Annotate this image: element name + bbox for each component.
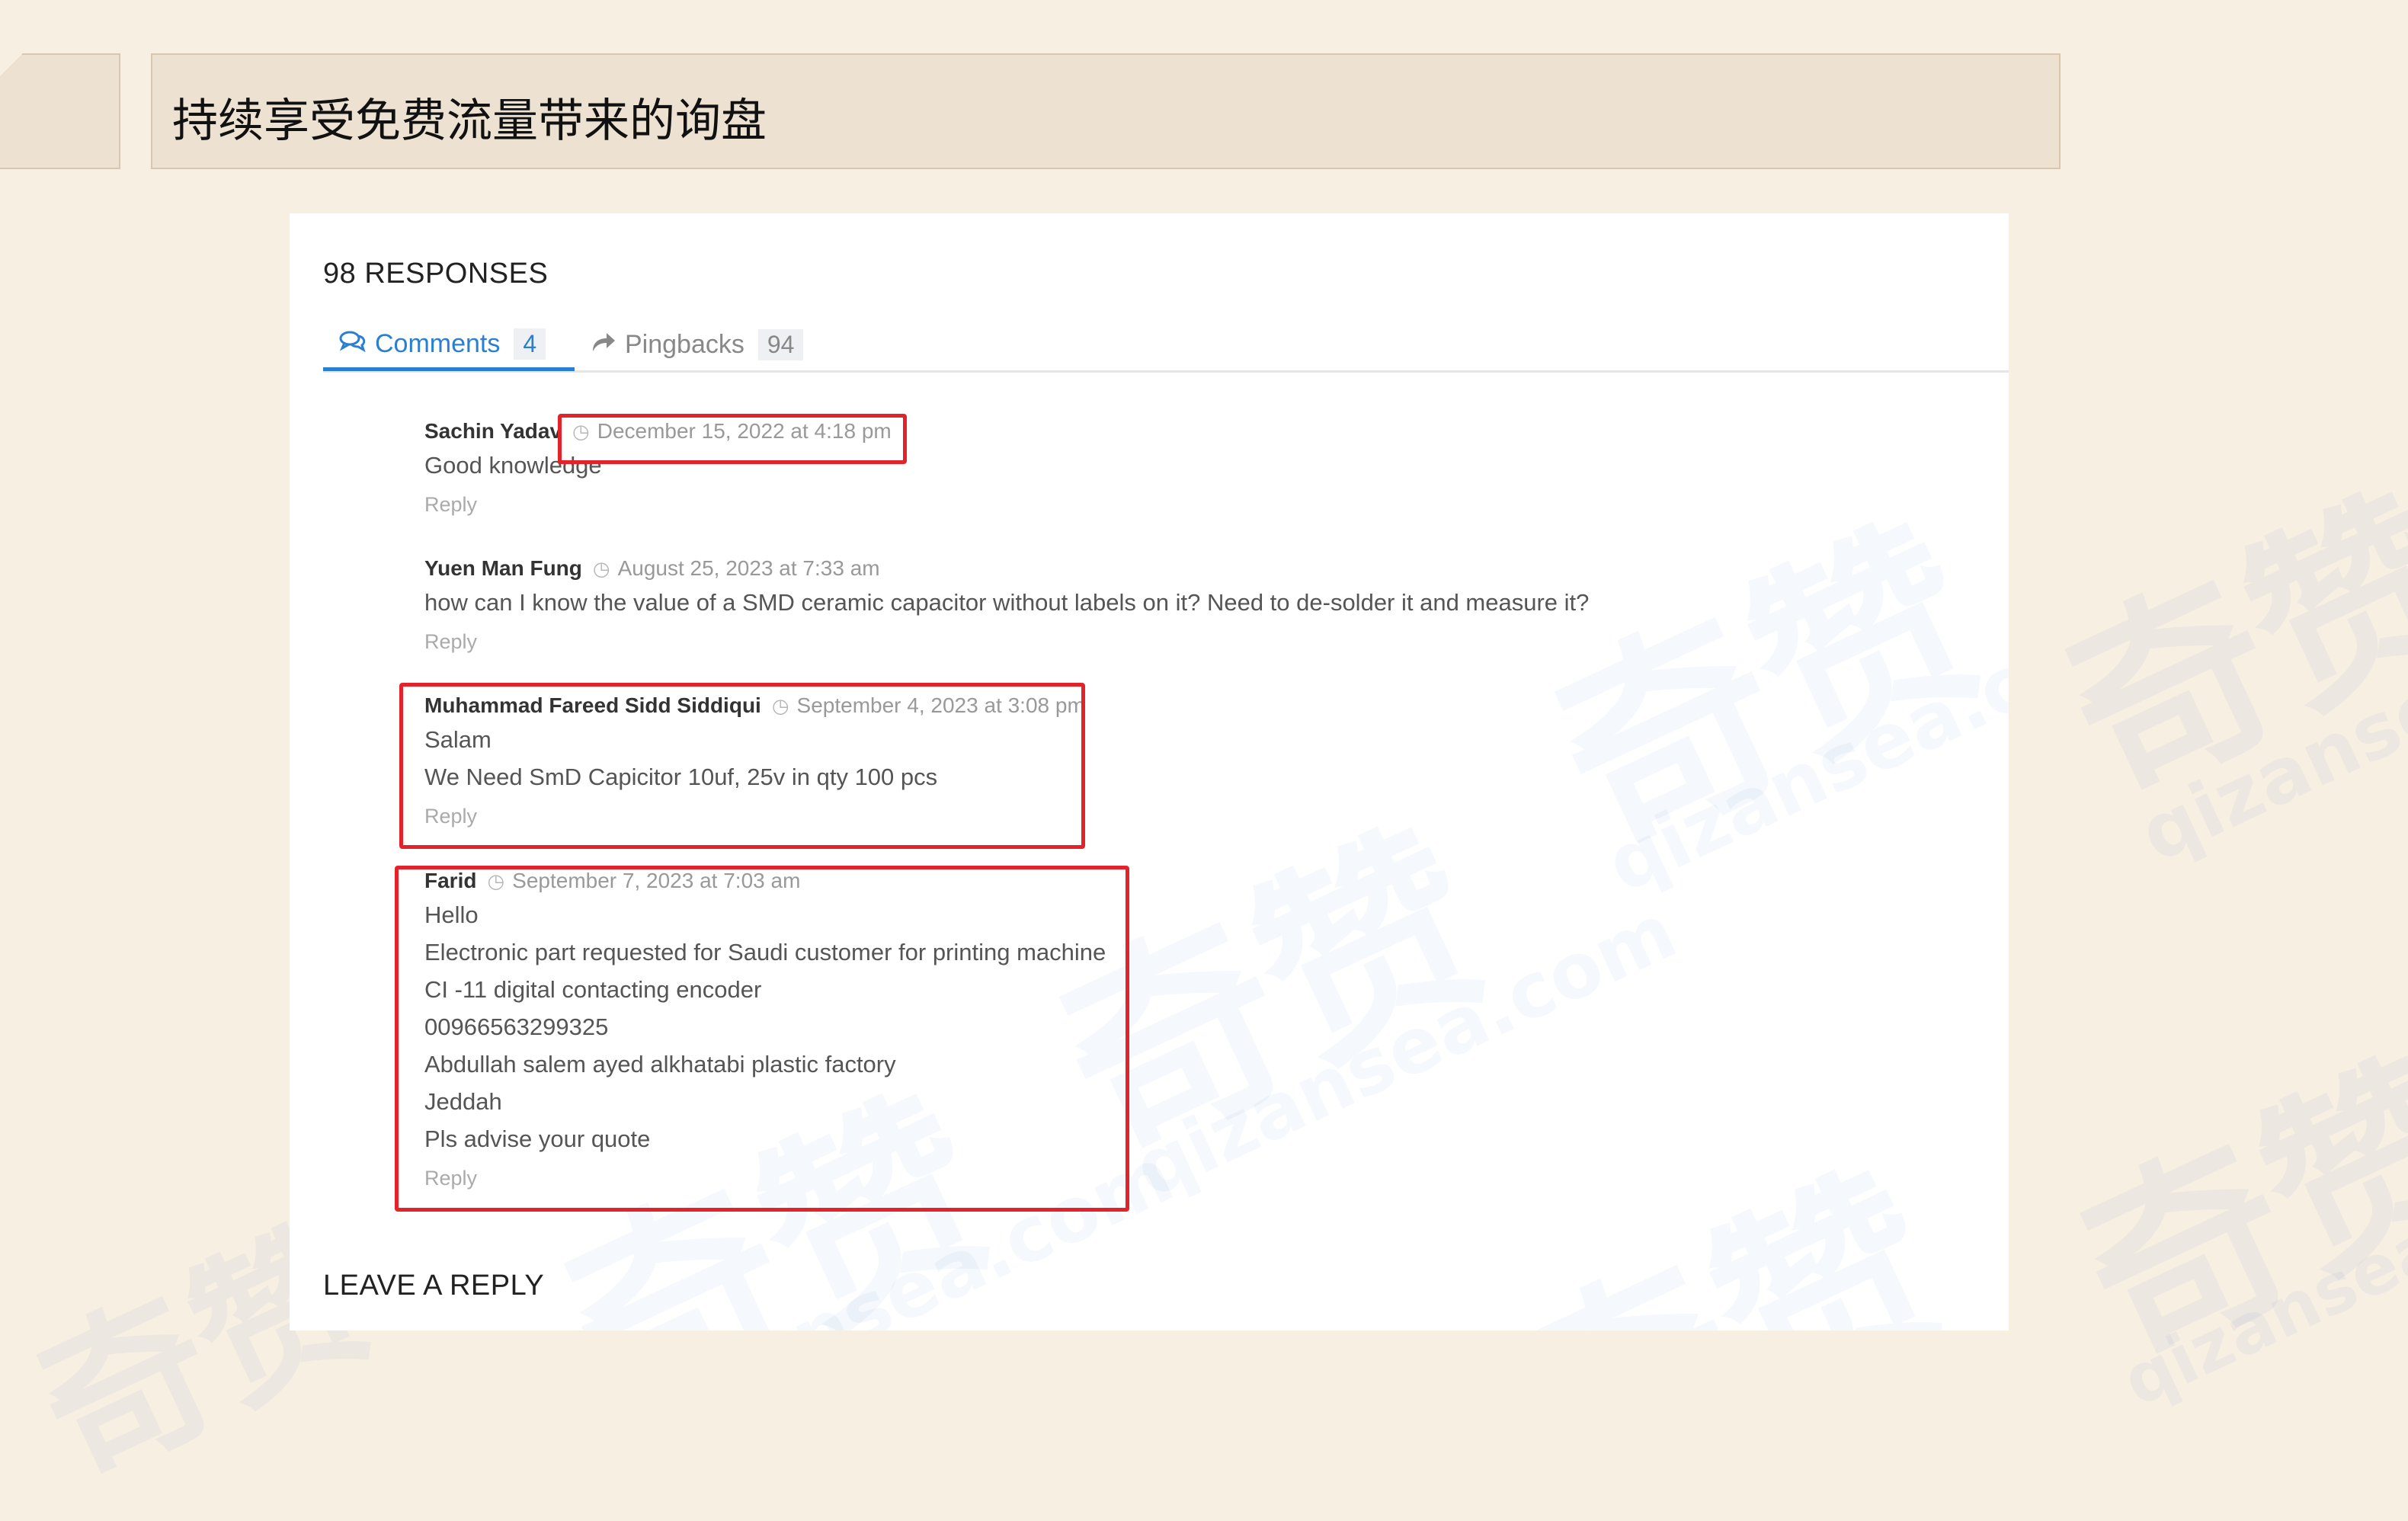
comment-text: Abdullah salem ayed alkhatabi plastic fa…: [424, 1051, 896, 1078]
reply-link[interactable]: Reply: [424, 493, 892, 517]
reply-link[interactable]: Reply: [424, 630, 1589, 654]
clock-icon: ◷: [572, 419, 590, 443]
tab-comments[interactable]: Comments 4: [323, 320, 575, 371]
comments-panel: 奇赞 qizansea.com 奇赞 qizansea.com 奇赞 qizan…: [290, 213, 2009, 1330]
reply-link[interactable]: Reply: [424, 805, 1085, 828]
comment-text: Salam: [424, 726, 492, 753]
clock-icon: ◷: [592, 556, 610, 580]
tab-comments-label: Comments: [375, 328, 501, 358]
comment-date[interactable]: September 7, 2023 at 7:03 am: [512, 869, 800, 893]
comment-text: We Need SmD Capicitor 10uf, 25v in qty 1…: [424, 764, 938, 790]
comment-text: 00966563299325: [424, 1013, 609, 1040]
slide-title-bar: 持续享受免费流量带来的询盘: [151, 53, 2061, 169]
comments-icon: [338, 329, 367, 359]
watermark-en: qizansea.com: [1121, 886, 1689, 1215]
tab-pingbacks-count: 94: [757, 328, 804, 360]
comment-item: Muhammad Fareed Sidd Siddiqui ◷ Septembe…: [424, 690, 1085, 828]
comment-text: Electronic part requested for Saudi cust…: [424, 939, 1106, 965]
comment-item: Yuen Man Fung ◷ August 25, 2023 at 7:33 …: [424, 553, 1589, 654]
share-arrow-icon: [590, 330, 617, 360]
comment-date[interactable]: September 4, 2023 at 3:08 pm: [797, 693, 1085, 718]
comment-tabs: Comments 4 Pingbacks 94: [323, 320, 2009, 373]
comment-date[interactable]: August 25, 2023 at 7:33 am: [618, 556, 880, 581]
reply-link[interactable]: Reply: [424, 1167, 1106, 1190]
watermark-cn: 奇赞: [2050, 1023, 2408, 1401]
watermark-cn: 奇赞: [2035, 460, 2408, 837]
comment-text: Hello: [424, 901, 479, 928]
watermark-cn: 奇赞: [1463, 1090, 1981, 1330]
slide-title: 持续享受免费流量带来的询盘: [172, 94, 767, 148]
watermark-en: qizansea.com: [1593, 581, 2009, 910]
comment-date[interactable]: December 15, 2022 at 4:18 pm: [597, 419, 892, 443]
clock-icon: ◷: [487, 869, 505, 892]
comment-text: how can I know the value of a SMD cerami…: [424, 589, 1590, 616]
leave-reply-heading: LEAVE A REPLY: [323, 1270, 545, 1302]
comment-text: CI -11 digital contacting encoder: [424, 976, 762, 1003]
tab-pingbacks-label: Pingbacks: [625, 329, 744, 359]
tab-pingbacks[interactable]: Pingbacks 94: [590, 320, 804, 369]
watermark-cn: 奇赞: [1523, 488, 2009, 894]
tab-comments-count: 4: [514, 328, 546, 360]
comment-author[interactable]: Muhammad Fareed Sidd Siddiqui: [424, 693, 761, 718]
comment-item: Sachin Yadav ◷ December 15, 2022 at 4:18…: [424, 416, 892, 517]
responses-heading: 98 RESPONSES: [323, 258, 549, 290]
comment-author[interactable]: Yuen Man Fung: [424, 556, 582, 581]
watermark-en: qizansea.com: [2127, 551, 2408, 879]
comment-item: Farid ◷ September 7, 2023 at 7:03 am Hel…: [424, 866, 1106, 1190]
watermark-en: qizansea.com: [2111, 1126, 2408, 1423]
comment-text: Good knowledge: [424, 452, 602, 479]
comment-text: Jeddah: [424, 1088, 502, 1115]
slide-corner-decoration: [0, 53, 120, 169]
clock-icon: ◷: [771, 693, 789, 717]
comment-text: Pls advise your quote: [424, 1126, 651, 1152]
comment-author[interactable]: Sachin Yadav: [424, 419, 562, 443]
comment-author[interactable]: Farid: [424, 869, 476, 893]
